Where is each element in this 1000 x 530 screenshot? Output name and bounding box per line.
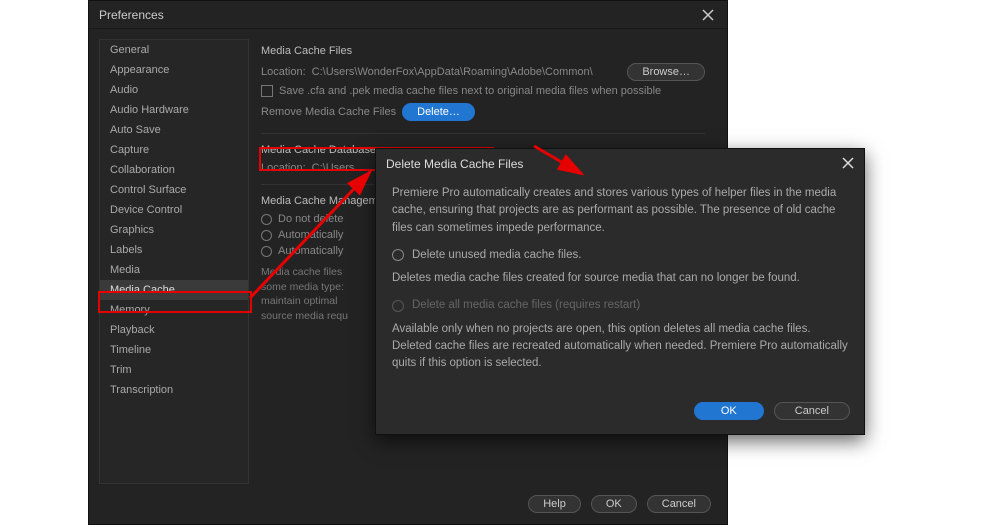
browse-button[interactable]: Browse… [627, 63, 705, 81]
preferences-title: Preferences [99, 8, 699, 22]
help-button[interactable]: Help [528, 495, 581, 513]
sidebar-item-timeline[interactable]: Timeline [100, 340, 248, 360]
mcm-opt1-label: Do not delete [278, 213, 343, 225]
dialog-opt1-desc: Deletes media cache files created for so… [392, 270, 848, 287]
sidebar-item-general[interactable]: General [100, 40, 248, 60]
delete-media-cache-dialog: Delete Media Cache Files Premiere Pro au… [375, 148, 865, 435]
preferences-titlebar: Preferences [89, 1, 727, 29]
dialog-opt2-label: Delete all media cache files (requires r… [412, 297, 640, 314]
sidebar-item-graphics[interactable]: Graphics [100, 220, 248, 240]
sidebar-item-collaboration[interactable]: Collaboration [100, 160, 248, 180]
dialog-opt2: Delete all media cache files (requires r… [392, 297, 848, 314]
mcd-location-label: Location: [261, 162, 306, 174]
divider [261, 133, 705, 134]
sidebar-item-audio[interactable]: Audio [100, 80, 248, 100]
mcf-remove-row: Remove Media Cache Files Delete… [261, 101, 705, 123]
mcm-opt3-label: Automatically [278, 245, 343, 257]
sidebar-item-auto-save[interactable]: Auto Save [100, 120, 248, 140]
mcf-save-next-row[interactable]: Save .cfa and .pek media cache files nex… [261, 85, 705, 97]
sidebar-item-memory[interactable]: Memory [100, 300, 248, 320]
sidebar-item-capture[interactable]: Capture [100, 140, 248, 160]
close-icon[interactable] [842, 157, 854, 172]
close-icon[interactable] [699, 6, 717, 24]
checkbox-icon[interactable] [261, 85, 273, 97]
radio-icon[interactable] [392, 249, 404, 261]
dialog-opt1[interactable]: Delete unused media cache files. [392, 247, 848, 264]
sidebar-item-labels[interactable]: Labels [100, 240, 248, 260]
dialog-intro: Premiere Pro automatically creates and s… [392, 185, 848, 237]
sidebar-item-device-control[interactable]: Device Control [100, 200, 248, 220]
dialog-footer: OK Cancel [376, 394, 864, 434]
sidebar-item-media-cache[interactable]: Media Cache [100, 280, 248, 300]
preferences-sidebar: GeneralAppearanceAudioAudio HardwareAuto… [99, 39, 249, 484]
sidebar-item-audio-hardware[interactable]: Audio Hardware [100, 100, 248, 120]
dialog-cancel-button[interactable]: Cancel [774, 402, 850, 420]
mcf-location-value: C:\Users\WonderFox\AppData\Roaming\Adobe… [312, 66, 622, 78]
dialog-titlebar: Delete Media Cache Files [376, 149, 864, 179]
mcf-save-next-label: Save .cfa and .pek media cache files nex… [279, 85, 661, 97]
mcf-location-row: Location: C:\Users\WonderFox\AppData\Roa… [261, 63, 705, 81]
mcm-opt2-label: Automatically [278, 229, 343, 241]
mcf-location-label: Location: [261, 66, 306, 78]
radio-icon[interactable] [261, 230, 272, 241]
dialog-ok-button[interactable]: OK [694, 402, 764, 420]
mcf-remove-label: Remove Media Cache Files [261, 106, 396, 118]
radio-icon [392, 300, 404, 312]
dialog-opt1-label: Delete unused media cache files. [412, 247, 581, 264]
dialog-opt2-desc: Available only when no projects are open… [392, 321, 848, 373]
radio-icon[interactable] [261, 246, 272, 257]
sidebar-item-appearance[interactable]: Appearance [100, 60, 248, 80]
sidebar-item-trim[interactable]: Trim [100, 360, 248, 380]
dialog-body: Premiere Pro automatically creates and s… [376, 179, 864, 394]
delete-button[interactable]: Delete… [402, 103, 475, 121]
preferences-footer: Help OK Cancel [89, 484, 727, 524]
dialog-title: Delete Media Cache Files [386, 157, 523, 171]
sidebar-item-transcription[interactable]: Transcription [100, 380, 248, 400]
sidebar-item-playback[interactable]: Playback [100, 320, 248, 340]
sidebar-item-media[interactable]: Media [100, 260, 248, 280]
radio-icon[interactable] [261, 214, 272, 225]
ok-button[interactable]: OK [591, 495, 637, 513]
section-media-cache-files: Media Cache Files [261, 45, 705, 57]
cancel-button[interactable]: Cancel [647, 495, 711, 513]
sidebar-item-control-surface[interactable]: Control Surface [100, 180, 248, 200]
